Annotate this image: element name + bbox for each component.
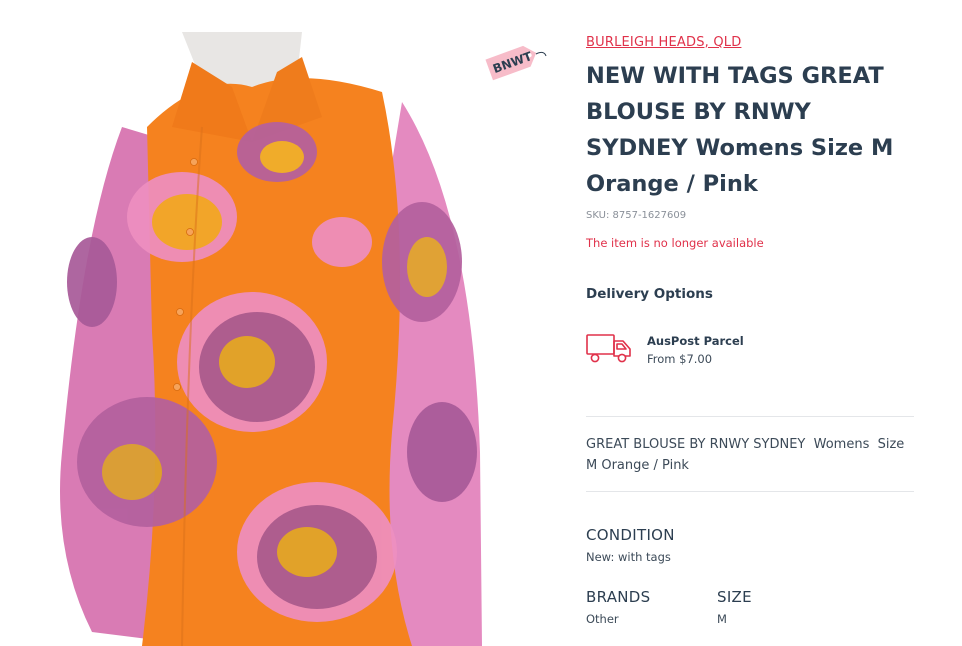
delivery-option-name: AusPost Parcel bbox=[647, 334, 744, 348]
divider bbox=[586, 416, 914, 417]
delivery-options-heading: Delivery Options bbox=[586, 286, 713, 302]
size-value: M bbox=[717, 612, 727, 626]
bnwt-tag-icon: BNWT bbox=[484, 40, 548, 82]
brands-label: BRANDS bbox=[586, 588, 651, 606]
condition-value: New: with tags bbox=[586, 550, 671, 564]
product-image[interactable] bbox=[52, 32, 482, 646]
product-title: NEW WITH TAGS GREAT BLOUSE BY RNWY SYDNE… bbox=[586, 63, 894, 197]
brands-value: Other bbox=[586, 612, 619, 626]
delivery-truck-icon bbox=[586, 332, 632, 364]
divider bbox=[586, 491, 914, 492]
delivery-option-price: From $7.00 bbox=[647, 352, 713, 366]
product-description: GREAT BLOUSE BY RNWY SYDNEY Womens Size … bbox=[586, 437, 909, 473]
size-label: SIZE bbox=[717, 588, 752, 606]
condition-label: CONDITION bbox=[586, 526, 675, 544]
availability-status: The item is no longer available bbox=[586, 236, 764, 250]
sku-text: SKU: 8757-1627609 bbox=[586, 210, 687, 221]
location-link[interactable]: BURLEIGH HEADS, QLD bbox=[586, 35, 741, 50]
